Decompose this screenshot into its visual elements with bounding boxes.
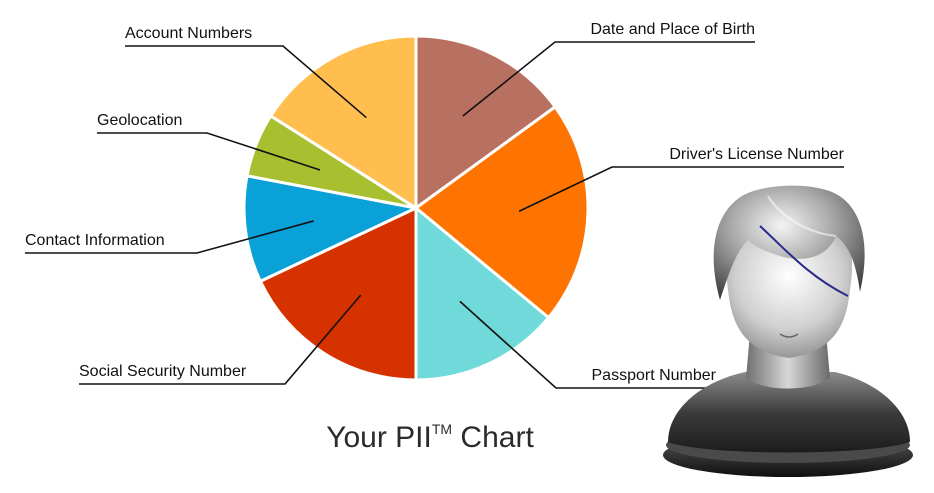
chart-title-suffix: Chart xyxy=(452,421,534,454)
slice-label-account-numbers: Account Numbers xyxy=(125,25,252,42)
chart-title-superscript: TM xyxy=(432,421,452,437)
slice-label-date-and-place-of-birth: Date and Place of Birth xyxy=(590,21,755,38)
pie-chart xyxy=(242,34,590,382)
user-head-bust-icon xyxy=(663,185,913,477)
pii-chart-figure: Date and Place of Birth Driver's License … xyxy=(25,21,913,477)
slice-label-driver-s-license-number: Driver's License Number xyxy=(669,146,844,163)
slice-label-contact-information: Contact Information xyxy=(25,232,165,249)
chart-title: Your PIITM Chart xyxy=(326,421,534,454)
slice-label-geolocation: Geolocation xyxy=(97,112,182,129)
chart-title-main: Your PII xyxy=(326,421,432,454)
slice-label-passport-number: Passport Number xyxy=(592,367,717,384)
slice-label-social-security-number: Social Security Number xyxy=(79,363,247,380)
